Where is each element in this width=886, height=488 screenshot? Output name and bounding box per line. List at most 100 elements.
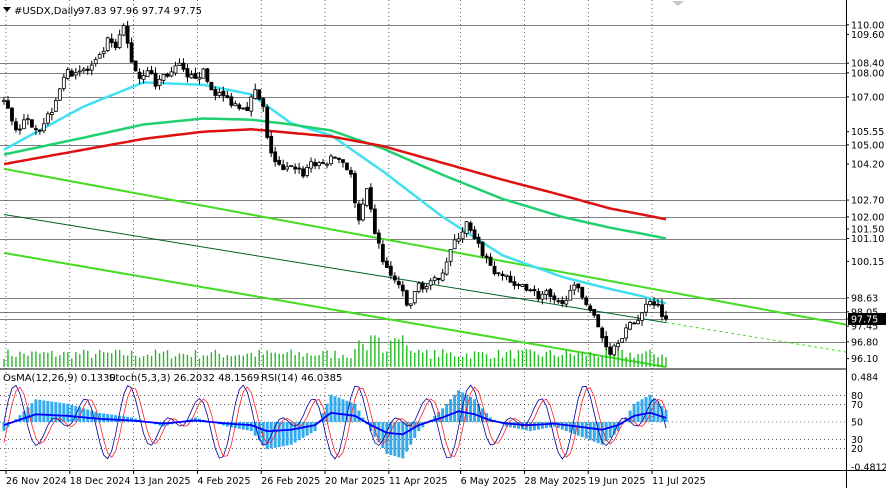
price-chart[interactable]: 110.00109.60108.40108.00107.00105.55105.… xyxy=(0,0,886,488)
osc-tick-label: -0.4812 xyxy=(851,463,886,474)
candle-body xyxy=(380,244,385,263)
candle-body xyxy=(321,162,325,164)
candle-body xyxy=(257,89,262,100)
candle-body xyxy=(365,188,369,206)
candle-body xyxy=(500,273,505,277)
price-tick-label: 105.00 xyxy=(851,140,884,151)
candle-body xyxy=(624,327,629,339)
candle-body xyxy=(560,300,565,304)
time-tick-label: 4 Feb 2025 xyxy=(197,476,250,487)
osc-tick-label: 0.484 xyxy=(851,373,878,384)
candle-body xyxy=(41,123,46,132)
candle-body xyxy=(37,129,42,132)
time-tick-label: 26 Nov 2024 xyxy=(6,476,67,487)
price-tick-label: 107.00 xyxy=(851,92,884,103)
candle-body xyxy=(396,280,401,286)
candle-body xyxy=(273,151,278,163)
candle-body xyxy=(149,70,154,75)
candle-body xyxy=(420,283,425,290)
candle-body xyxy=(233,103,238,107)
candle-body xyxy=(117,34,122,48)
price-tick-label: 102.70 xyxy=(851,196,884,207)
candle-body xyxy=(572,284,577,291)
candle-body xyxy=(181,62,186,70)
candle-body xyxy=(368,187,373,210)
candle-body xyxy=(93,59,98,65)
candle-body xyxy=(22,119,26,130)
candle-body xyxy=(245,106,250,112)
price-tick-label: 97.45 xyxy=(851,322,878,333)
time-tick-label: 11 Jul 2025 xyxy=(652,476,706,487)
candle-body xyxy=(137,71,142,79)
candle-body xyxy=(10,107,14,122)
candle-body xyxy=(616,343,621,348)
price-tick-label: 96.80 xyxy=(851,337,878,348)
candle-body xyxy=(632,322,636,325)
candle-body xyxy=(109,38,114,44)
candle-body xyxy=(201,68,206,79)
candle-body xyxy=(472,229,477,240)
candle-body xyxy=(317,162,321,166)
candle-body xyxy=(492,265,497,275)
candle-body xyxy=(197,77,202,80)
price-tick-label: 101.10 xyxy=(851,234,884,245)
candle-body xyxy=(2,99,6,102)
osc-tick-label: 70 xyxy=(851,400,863,411)
candle-body xyxy=(161,74,166,81)
candle-body xyxy=(440,272,445,281)
candle-body xyxy=(185,68,190,78)
candle-body xyxy=(648,301,652,306)
candle-body xyxy=(596,314,601,328)
price-tick-label: 105.55 xyxy=(851,127,884,138)
candle-body xyxy=(504,274,509,277)
candle-body xyxy=(237,104,242,109)
candle-body xyxy=(281,164,286,170)
candle-body xyxy=(488,256,493,266)
candle-body xyxy=(544,290,549,295)
candle-body xyxy=(169,71,174,77)
candle-body xyxy=(548,289,553,297)
candle-body xyxy=(628,322,633,330)
candle-body xyxy=(568,290,573,301)
osc-tick-label: 50 xyxy=(851,418,863,429)
candle-body xyxy=(652,301,656,306)
candle-body xyxy=(341,159,345,163)
candle-body xyxy=(640,312,644,321)
candle-body xyxy=(253,89,258,99)
candle-body xyxy=(592,308,597,316)
candle-body xyxy=(89,64,94,71)
chart-ohlc: 97.83 97.96 97.74 97.75 xyxy=(78,6,202,17)
candle-body xyxy=(528,289,533,292)
candle-body xyxy=(18,128,22,131)
time-tick-label: 18 Dec 2024 xyxy=(70,476,131,487)
candle-body xyxy=(644,303,648,313)
candle-body xyxy=(516,284,521,286)
price-tick-label: 102.00 xyxy=(851,212,884,223)
candle-body xyxy=(564,299,569,305)
candle-body xyxy=(26,118,30,121)
candle-body xyxy=(213,89,218,96)
candle-body xyxy=(241,107,246,110)
candle-body xyxy=(664,315,668,320)
candle-body xyxy=(412,290,417,304)
candle-body xyxy=(133,60,138,72)
candle-body xyxy=(660,304,664,317)
candle-body xyxy=(333,156,337,159)
candle-body xyxy=(81,68,86,72)
candle-body xyxy=(325,163,329,166)
candle-body xyxy=(524,283,529,291)
candle-body xyxy=(34,128,38,130)
stoch-label: Stoch(5,3,3) 26.2032 48.1569 xyxy=(109,373,260,384)
candle-body xyxy=(444,261,449,275)
candle-body xyxy=(49,112,54,115)
candle-body xyxy=(345,162,349,170)
candle-body xyxy=(464,221,469,234)
candle-body xyxy=(540,293,545,300)
candle-body xyxy=(217,92,222,96)
candle-body xyxy=(30,119,34,128)
candle-body xyxy=(476,236,481,244)
candle-body xyxy=(552,295,557,301)
rsi-label: RSI(14) 46.0385 xyxy=(261,373,342,384)
candle-body xyxy=(97,54,102,59)
candle-body xyxy=(376,232,381,244)
